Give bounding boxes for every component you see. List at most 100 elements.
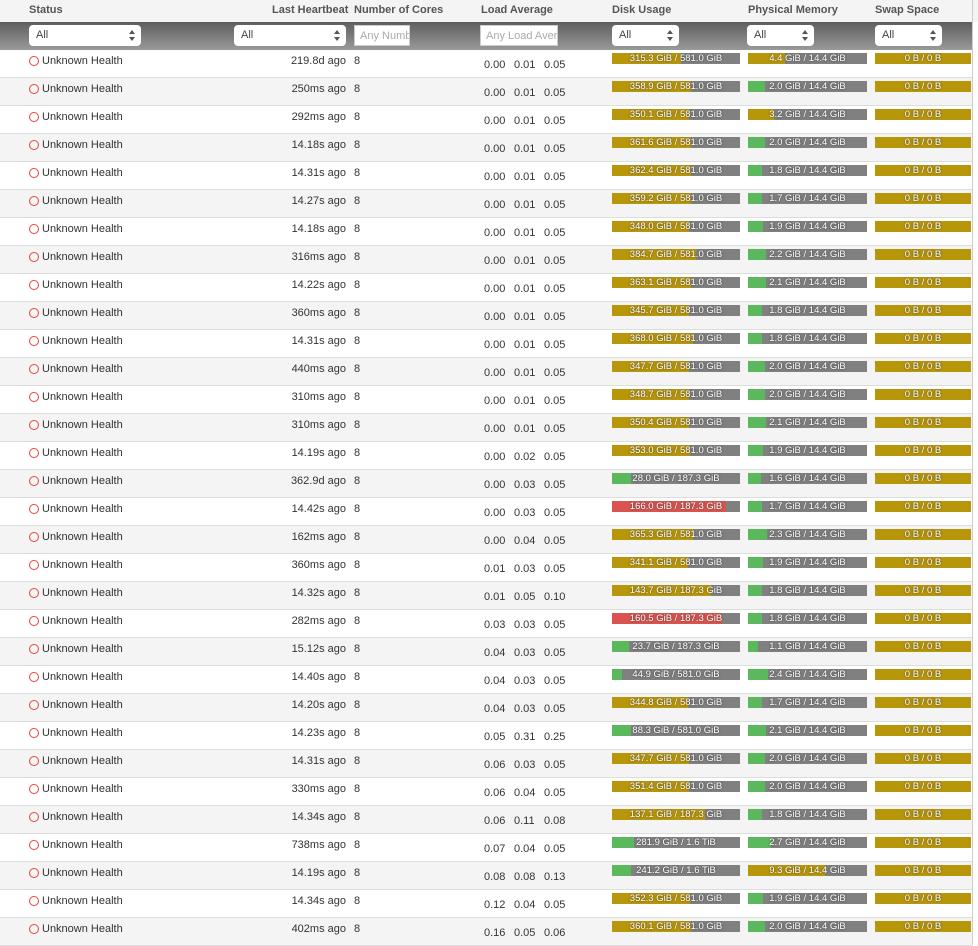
cores-filter-input[interactable]: Any Number [354,25,410,46]
swap-usage-bar-label: 0 B / 0 B [904,641,942,652]
memory-filter-select[interactable]: All [747,25,814,46]
table-row[interactable]: Unknown Health 14.18s ago 8 0.00 0.01 0.… [0,134,972,162]
load-1m: 0.00 [484,535,506,547]
table-row[interactable]: Unknown Health 14.40s ago 8 0.04 0.03 0.… [0,666,972,694]
load-1m: 0.00 [484,479,506,491]
swap-usage-bar-label: 0 B / 0 B [904,445,942,456]
col-disk[interactable]: Disk Usage [612,4,671,16]
col-cores[interactable]: Number of Cores [354,4,443,16]
heartbeat-text: 14.31s ago [291,167,346,179]
heartbeat-filter-select[interactable]: All [234,25,346,46]
table-row[interactable]: Unknown Health 440ms ago 8 0.00 0.01 0.0… [0,358,972,386]
load-1m: 0.00 [484,283,506,295]
table-row[interactable]: Unknown Health 14.31s ago 8 0.06 0.03 0.… [0,750,972,778]
table-row[interactable]: Unknown Health 14.19s ago 8 0.00 0.02 0.… [0,442,972,470]
swap-filter-select[interactable]: All [875,25,942,46]
table-row[interactable]: Unknown Health 310ms ago 8 0.00 0.01 0.0… [0,386,972,414]
col-swap[interactable]: Swap Space [875,4,939,16]
load-15m: 0.05 [544,423,566,435]
load-filter-input[interactable]: Any Load Average [480,25,558,46]
swap-usage-bar: 0 B / 0 B [875,557,971,568]
memory-usage-bar: 1.1 GiB / 14.4 GiB [748,641,867,652]
table-row[interactable]: Unknown Health 402ms ago 8 0.16 0.05 0.0… [0,918,972,946]
memory-usage-bar-label: 2.3 GiB / 14.4 GiB [769,529,846,540]
memory-usage-bar: 4.4 GiB / 14.4 GiB [748,53,867,64]
unknown-health-icon [29,224,39,234]
disk-usage-bar: 23.7 GiB / 187.3 GiB [612,641,740,652]
col-load[interactable]: Load Average [481,4,553,16]
table-row[interactable]: Unknown Health 14.18s ago 8 0.00 0.01 0.… [0,218,972,246]
load-5m: 0.03 [514,479,536,491]
status-text: Unknown Health [42,503,123,515]
memory-usage-bar: 1.7 GiB / 14.4 GiB [748,697,867,708]
swap-usage-bar: 0 B / 0 B [875,669,971,680]
unknown-health-icon [29,672,39,682]
memory-usage-bar: 2.2 GiB / 14.4 GiB [748,249,867,260]
cores-text: 8 [354,167,361,179]
status-text: Unknown Health [42,755,123,767]
heartbeat-text: 14.42s ago [291,503,346,515]
memory-usage-bar-label: 2.0 GiB / 14.4 GiB [769,753,846,764]
table-row[interactable]: Unknown Health 316ms ago 8 0.00 0.01 0.0… [0,246,972,274]
load-5m: 0.04 [514,535,536,547]
swap-usage-bar-label: 0 B / 0 B [904,109,942,120]
cores-text: 8 [354,363,361,375]
table-row[interactable]: Unknown Health 14.31s ago 8 0.00 0.01 0.… [0,162,972,190]
table-row[interactable]: Unknown Health 310ms ago 8 0.00 0.01 0.0… [0,414,972,442]
col-heartbeat[interactable]: Last Heartbeat [272,4,348,16]
load-1m: 0.00 [484,311,506,323]
table-row[interactable]: Unknown Health 362.9d ago 8 0.00 0.03 0.… [0,470,972,498]
unknown-health-icon [29,168,39,178]
memory-usage-bar: 1.9 GiB / 14.4 GiB [748,445,867,456]
status-text: Unknown Health [42,811,123,823]
memory-usage-bar: 2.1 GiB / 14.4 GiB [748,417,867,428]
table-row[interactable]: Unknown Health 360ms ago 8 0.00 0.01 0.0… [0,302,972,330]
cores-text: 8 [354,839,361,851]
col-status[interactable]: Status [29,4,63,16]
table-row[interactable]: Unknown Health 14.19s ago 8 0.08 0.08 0.… [0,862,972,890]
table-row[interactable]: Unknown Health 14.20s ago 8 0.04 0.03 0.… [0,694,972,722]
table-row[interactable]: Unknown Health 15.12s ago 8 0.04 0.03 0.… [0,638,972,666]
table-row[interactable]: Unknown Health 14.32s ago 8 0.01 0.05 0.… [0,582,972,610]
status-text: Unknown Health [42,279,123,291]
host-table-body: Unknown Health 219.8d ago 8 0.00 0.01 0.… [0,50,972,946]
table-row[interactable]: Unknown Health 360ms ago 8 0.01 0.03 0.0… [0,554,972,582]
table-row[interactable]: Unknown Health 14.22s ago 8 0.00 0.01 0.… [0,274,972,302]
disk-filter-select[interactable]: All [612,25,679,46]
status-text: Unknown Health [42,223,123,235]
cores-text: 8 [354,615,361,627]
table-row[interactable]: Unknown Health 162ms ago 8 0.00 0.04 0.0… [0,526,972,554]
table-row[interactable]: Unknown Health 14.34s ago 8 0.12 0.04 0.… [0,890,972,918]
memory-usage-bar: 2.1 GiB / 14.4 GiB [748,277,867,288]
table-row[interactable]: Unknown Health 14.34s ago 8 0.06 0.11 0.… [0,806,972,834]
memory-usage-bar: 1.8 GiB / 14.4 GiB [748,585,867,596]
table-row[interactable]: Unknown Health 282ms ago 8 0.03 0.03 0.0… [0,610,972,638]
memory-usage-bar-label: 1.7 GiB / 14.4 GiB [769,697,846,708]
unknown-health-icon [29,308,39,318]
heartbeat-text: 14.34s ago [291,895,346,907]
table-right-border [972,0,973,945]
disk-usage-bar: 137.1 GiB / 187.3 GiB [612,809,740,820]
table-row[interactable]: Unknown Health 14.23s ago 8 0.05 0.31 0.… [0,722,972,750]
table-row[interactable]: Unknown Health 14.42s ago 8 0.00 0.03 0.… [0,498,972,526]
disk-usage-bar-label: 281.9 GiB / 1.6 TiB [636,837,716,848]
col-memory[interactable]: Physical Memory [748,4,838,16]
unknown-health-icon [29,336,39,346]
disk-usage-bar-label: 23.7 GiB / 187.3 GiB [632,641,720,652]
table-row[interactable]: Unknown Health 219.8d ago 8 0.00 0.01 0.… [0,50,972,78]
load-5m: 0.03 [514,563,536,575]
swap-usage-bar-label: 0 B / 0 B [904,165,942,176]
table-row[interactable]: Unknown Health 330ms ago 8 0.06 0.04 0.0… [0,778,972,806]
load-5m: 0.01 [514,227,536,239]
load-15m: 0.08 [544,815,566,827]
disk-usage-bar: 241.2 GiB / 1.6 TiB [612,865,740,876]
table-row[interactable]: Unknown Health 14.31s ago 8 0.00 0.01 0.… [0,330,972,358]
table-row[interactable]: Unknown Health 14.27s ago 8 0.00 0.01 0.… [0,190,972,218]
table-row[interactable]: Unknown Health 738ms ago 8 0.07 0.04 0.0… [0,834,972,862]
table-row[interactable]: Unknown Health 250ms ago 8 0.00 0.01 0.0… [0,78,972,106]
status-filter-select[interactable]: All [29,25,141,46]
status-text: Unknown Health [42,643,123,655]
load-5m: 0.01 [514,59,536,71]
load-15m: 0.05 [544,255,566,267]
table-row[interactable]: Unknown Health 292ms ago 8 0.00 0.01 0.0… [0,106,972,134]
